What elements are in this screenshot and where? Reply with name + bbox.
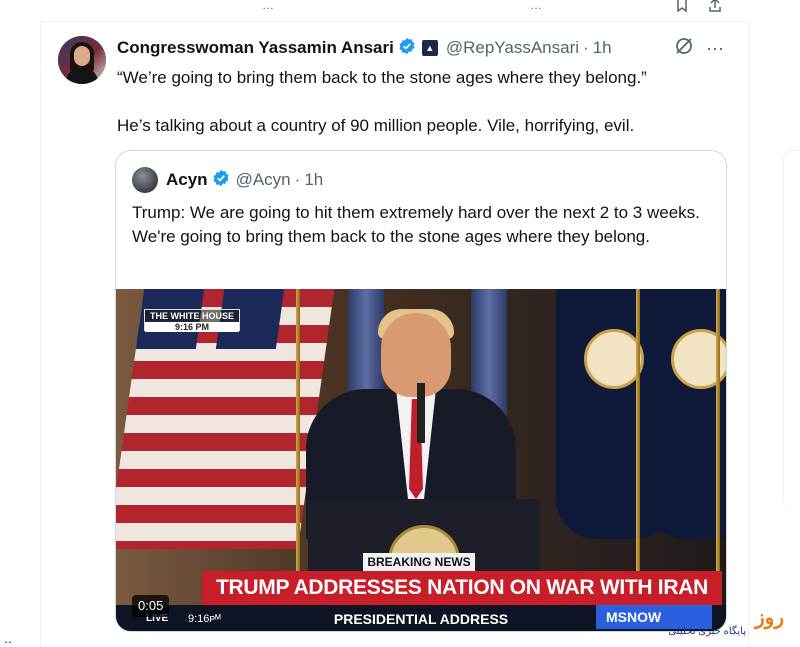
quoted-post-text: Trump: We are going to hit them extremel… xyxy=(132,203,700,246)
verified-badge-icon xyxy=(398,37,416,60)
news-headline: TRUMP ADDRESSES NATION ON WAR WITH IRAN xyxy=(202,571,722,605)
avatar xyxy=(132,167,158,193)
speaker-head xyxy=(381,313,451,397)
watermark-tagline: پایگاه خبری تحلیلی xyxy=(668,626,746,637)
post-text-line: He’s talking about a country of 90 milli… xyxy=(117,116,635,135)
bookmark-icon[interactable] xyxy=(675,0,689,15)
sidebar-edge xyxy=(783,150,800,510)
top-action-bar: … … xyxy=(40,0,748,22)
post-text-line: “We’re going to bring them back to the s… xyxy=(117,68,647,87)
quoted-post-header: Acyn @Acyn · 1h xyxy=(132,167,323,193)
flag-seal xyxy=(584,329,644,389)
top-fragment-left: … xyxy=(262,0,274,12)
more-options-icon[interactable]: ⋯ xyxy=(706,37,724,61)
microphone xyxy=(417,383,425,443)
broadcast-clock: 9:16ᴘᴹ xyxy=(188,613,221,625)
post-actions: ⋯ xyxy=(674,36,724,62)
video-elapsed-time: 0:05 xyxy=(132,595,170,617)
lower-third-title: PRESIDENTIAL ADDRESS xyxy=(333,611,509,627)
post-text: “We’re going to bring them back to the s… xyxy=(117,66,737,162)
post-time[interactable]: 1h xyxy=(593,38,612,58)
corner-dots-icon: ‥ xyxy=(4,632,13,646)
grok-icon[interactable] xyxy=(674,36,694,62)
site-watermark: روز پایگاه خبری تحلیلی xyxy=(636,606,788,640)
network-location-tag: THE WHITE HOUSE 9:16 PM xyxy=(144,309,240,332)
presidential-flag xyxy=(646,289,726,539)
breaking-news-label: BREAKING NEWS xyxy=(363,553,475,571)
separator-dot: · xyxy=(583,38,589,57)
separator-dot: · xyxy=(294,170,301,189)
location-label: THE WHITE HOUSE xyxy=(149,311,234,321)
share-icon[interactable] xyxy=(708,0,722,15)
quoted-post-time: 1h xyxy=(304,170,324,189)
timeline-left-border xyxy=(40,22,41,647)
post-header: Congresswoman Yassamin Ansari ▲ @RepYass… xyxy=(117,36,612,60)
avatar[interactable] xyxy=(58,36,106,84)
verified-badge-icon xyxy=(212,169,230,192)
video-player[interactable]: THE WHITE HOUSE 9:16 PM BREAKING NEWS TR… xyxy=(116,289,726,631)
quoted-post[interactable]: Acyn @Acyn · 1h Trump: We are going to h… xyxy=(115,150,727,632)
author-handle[interactable]: @RepYassAnsari xyxy=(446,38,579,58)
author-name[interactable]: Congresswoman Yassamin Ansari xyxy=(117,38,394,58)
location-time: 9:16 PM xyxy=(145,322,239,332)
government-badge-icon: ▲ xyxy=(421,40,438,56)
quoted-author-name: Acyn xyxy=(166,170,208,189)
timeline-right-border xyxy=(748,22,749,647)
quoted-author-handle: @Acyn xyxy=(235,170,291,189)
top-fragment-mid: … xyxy=(530,0,542,12)
